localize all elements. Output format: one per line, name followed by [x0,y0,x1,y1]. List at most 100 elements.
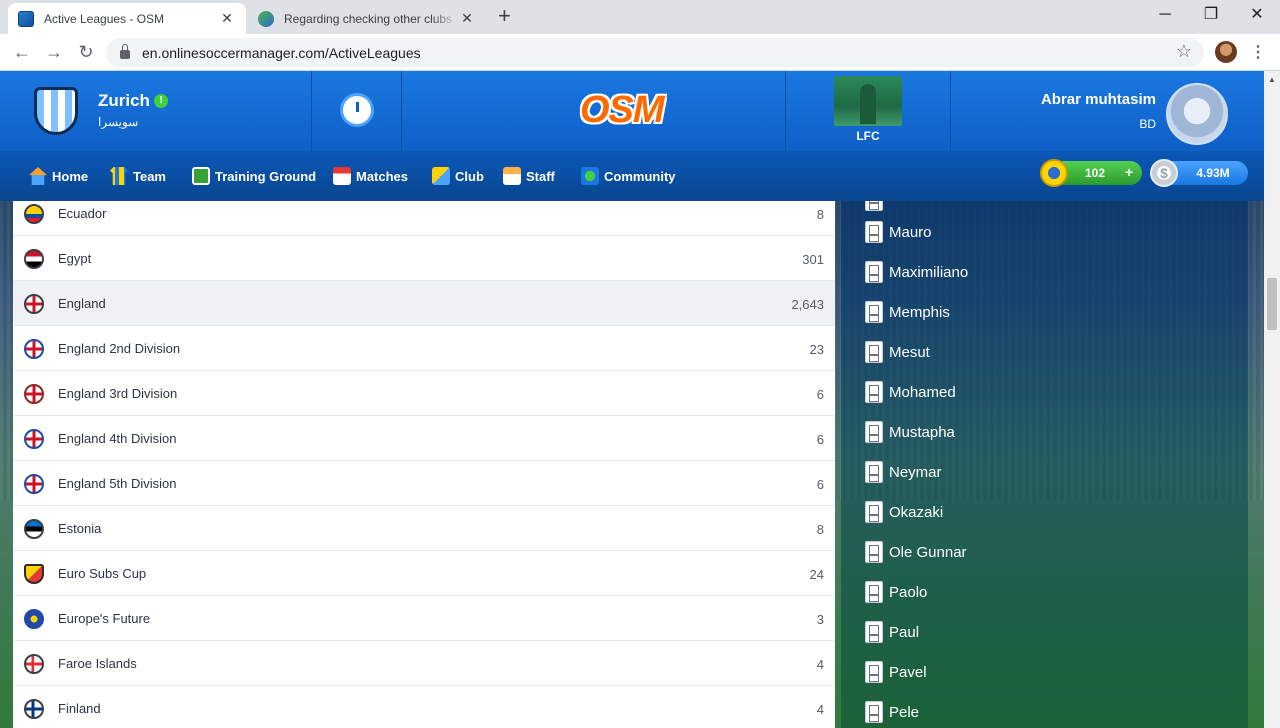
active-leagues-list: Ecuador 8 Egypt 301 England 2,643 Englan… [13,201,835,728]
buy-boss-coins-button[interactable]: + [1125,164,1133,180]
league-row-finland[interactable]: Finland 4 [13,686,835,728]
name-list-item[interactable]: Memphis [865,300,950,324]
name-list-item[interactable]: Okazaki [865,500,943,524]
egypt-flag-icon [24,249,44,269]
league-row-ecuador[interactable]: Ecuador 8 [13,201,835,236]
browser-toolbar: ← → ↻ en.onlinesoccermanager.com/ActiveL… [0,34,1280,71]
league-row-europes-future[interactable]: Europe's Future 3 [13,596,835,641]
restore-button[interactable]: ❐ [1188,4,1234,28]
url-text: en.onlinesoccermanager.com/ActiveLeagues [142,44,421,61]
name-list-item[interactable]: Mauro [865,220,932,244]
club-name[interactable]: Zurich [98,91,150,111]
nav-training-ground[interactable]: Training Ground [192,164,316,188]
england-flag-icon [24,294,44,314]
league-row-england-4th-division[interactable]: England 4th Division 6 [13,416,835,461]
league-row-england-5th-division[interactable]: England 5th Division 6 [13,461,835,506]
osm-header: Zurich ! سويسرا OSM LFC Abrar muhtasim B… [0,71,1264,151]
phone-icon [865,221,883,243]
league-row-england[interactable]: England 2,643 [13,281,835,326]
league-row-estonia[interactable]: Estonia 8 [13,506,835,551]
league-count: 301 [802,252,824,267]
league-name: Estonia [58,521,102,536]
name-text: Mesut [889,343,930,361]
name-text: Paul [889,623,920,641]
staff-icon [503,167,521,185]
name-list-item[interactable]: Neymar [865,460,942,484]
tab-regarding-clubs[interactable]: Regarding checking other clubs i ✕ [248,3,486,34]
name-list-item[interactable]: Paolo [865,580,927,604]
league-count: 8 [816,207,824,222]
name-list-item[interactable]: Mustapha [865,420,955,444]
league-name: Egypt [58,251,92,266]
faroe-islands-flag-icon [24,654,44,674]
manager-country: BD [1139,117,1156,131]
league-name: Ecuador [58,206,107,221]
tab-close-icon[interactable]: ✕ [458,10,476,27]
cash-value: 4.93M [1196,166,1230,180]
shield-icon [432,167,450,185]
browser-menu-icon[interactable]: ⋮ [1250,42,1266,62]
finland-flag-icon [24,699,44,719]
nav-staff[interactable]: Staff [503,164,555,188]
name-list-item[interactable]: Ole Gunnar [865,540,967,564]
league-count: 2,643 [791,297,824,312]
stopwatch-icon[interactable] [340,93,374,127]
league-row-euro-subs-cup[interactable]: Euro Subs Cup 24 [13,551,835,596]
league-name: Finland [58,701,101,716]
phone-icon [865,541,883,563]
name-text: Pele [889,703,920,721]
reload-button[interactable]: ↻ [74,41,98,65]
name-list-item[interactable]: Paul [865,620,919,644]
tab-active-leagues[interactable]: Active Leagues - OSM ✕ [8,3,246,34]
phone-icon [865,621,883,643]
england-flag-icon [24,474,44,494]
nav-club[interactable]: Club [432,164,484,188]
league-row-egypt[interactable]: Egypt 301 [13,236,835,281]
name-text: Mohamed [889,383,956,401]
name-list-item[interactable]: Mohamed [865,380,956,404]
forward-button[interactable]: → [42,41,66,65]
name-list-item[interactable]: Mesut [865,340,930,364]
manager-avatar[interactable] [1166,83,1228,145]
name-list-item[interactable]: Maximiliano [865,260,968,284]
club-crest-icon[interactable] [34,87,78,135]
address-bar[interactable]: en.onlinesoccermanager.com/ActiveLeagues… [106,38,1204,67]
page-scrollbar[interactable]: ▲ [1264,71,1280,728]
league-row-faroe-islands[interactable]: Faroe Islands 4 [13,641,835,686]
profile-avatar[interactable] [1215,41,1237,63]
name-list-item[interactable]: Pavel [865,660,927,684]
new-tab-button[interactable]: + [498,5,511,27]
header-divider [785,71,786,151]
featured-club-image[interactable] [834,76,902,126]
bookmark-star-icon[interactable]: ☆ [1176,41,1192,62]
phone-icon [865,581,883,603]
nav-label: Community [604,168,676,184]
scroll-up-arrow-icon[interactable]: ▲ [1268,75,1276,84]
phone-icon [865,341,883,363]
minimize-button[interactable]: ─ [1142,4,1188,28]
league-row-england-2nd-division[interactable]: England 2nd Division 23 [13,326,835,371]
close-window-button[interactable]: ✕ [1234,4,1280,28]
league-name: England 5th Division [58,476,177,491]
nav-label: Home [52,168,89,184]
tab-close-icon[interactable]: ✕ [218,10,236,27]
league-name: Euro Subs Cup [58,566,147,581]
scrollbar-thumb[interactable] [1267,278,1277,330]
nav-team[interactable]: Team [110,164,166,188]
manager-name[interactable]: Abrar muhtasim [1000,91,1156,108]
osm-logo[interactable]: OSM [580,89,665,132]
name-list-item[interactable]: Pele [865,700,919,724]
nav-matches[interactable]: Matches [333,164,408,188]
phone-icon [865,201,883,211]
league-count: 23 [809,342,824,357]
featured-club-label: LFC [856,129,880,143]
nav-community[interactable]: Community [581,164,676,188]
nav-label: Matches [356,168,409,184]
nav-home[interactable]: Home [29,164,88,188]
back-button[interactable]: ← [10,41,34,65]
league-row-england-3rd-division[interactable]: England 3rd Division 6 [13,371,835,416]
name-list-item[interactable] [865,201,889,212]
name-list: Mauro Maximiliano Memphis Mesut Mohamed … [841,201,1248,728]
boss-coin-icon [1040,159,1068,187]
league-count: 6 [816,477,824,492]
